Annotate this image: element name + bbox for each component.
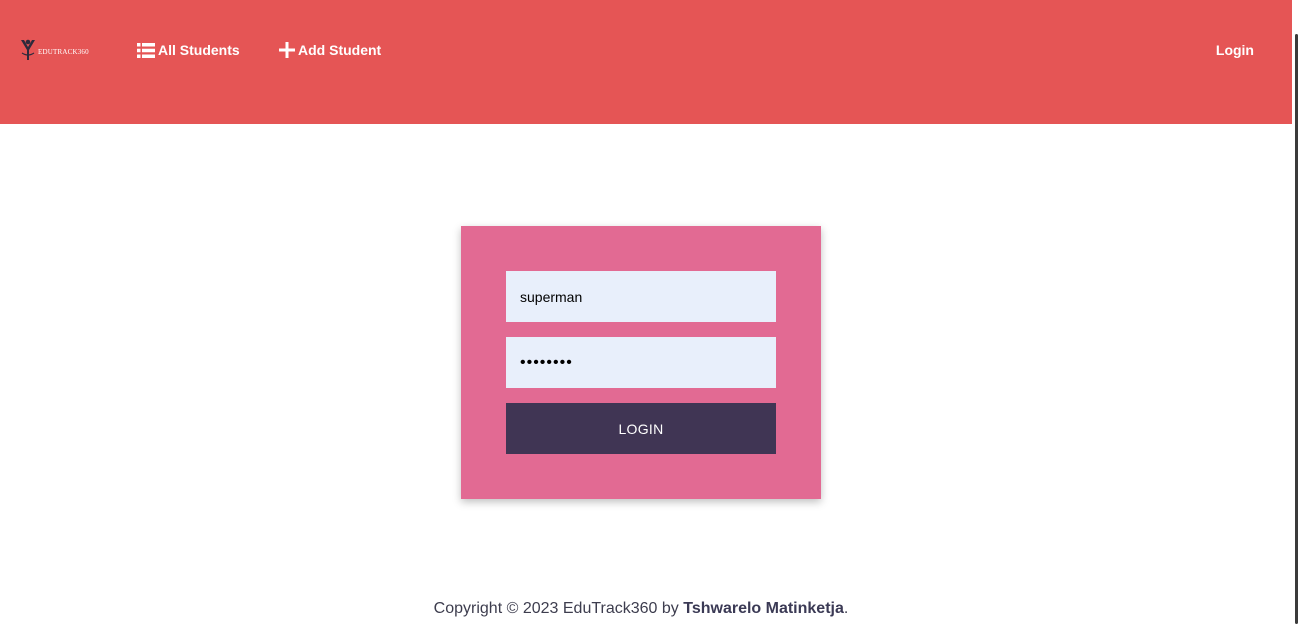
logo-figure-icon: [21, 39, 35, 60]
login-button[interactable]: LOGIN: [506, 403, 776, 454]
scrollbar[interactable]: [1292, 0, 1298, 630]
page: EDUTRACK360 All Students Add Student Log…: [0, 0, 1298, 630]
nav-login[interactable]: Login: [1216, 40, 1254, 60]
navbar: EDUTRACK360 All Students Add Student Log…: [0, 0, 1292, 124]
nav-all-students-label: All Students: [158, 42, 240, 58]
nav-all-students[interactable]: All Students: [137, 40, 240, 60]
plus-icon: [279, 42, 295, 58]
list-icon: [137, 42, 155, 58]
footer-copyright: Copyright © 2023 EduTrack360 by: [433, 600, 684, 617]
footer-suffix: .: [843, 600, 849, 617]
username-input[interactable]: [506, 271, 776, 322]
login-card: LOGIN: [461, 226, 821, 499]
footer-author[interactable]: Tshwarelo Matinketja: [683, 600, 844, 617]
nav-add-student[interactable]: Add Student: [279, 40, 381, 60]
password-input[interactable]: [506, 337, 776, 388]
logo-text: EDUTRACK360: [38, 48, 89, 56]
nav-add-student-label: Add Student: [298, 42, 382, 58]
logo[interactable]: EDUTRACK360: [19, 37, 89, 63]
footer: Copyright © 2023 EduTrack360 by Tshwarel…: [0, 600, 1282, 618]
